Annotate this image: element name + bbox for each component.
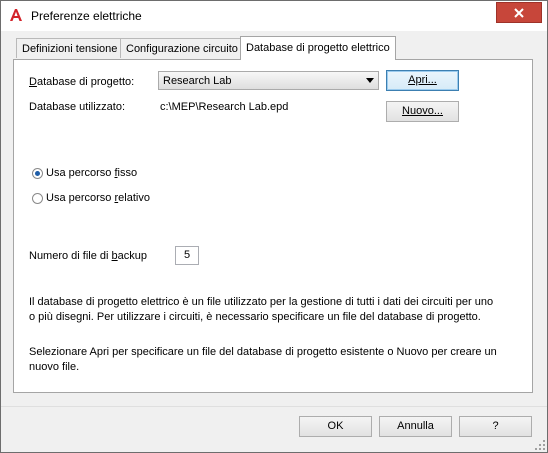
database-in-use-path: c:\MEP\Research Lab.epd — [160, 101, 289, 113]
database-in-use-label: Database utilizzato: — [29, 101, 125, 113]
chevron-down-icon — [366, 78, 374, 83]
new-button[interactable]: Nuovo... — [386, 101, 459, 122]
radio-fixed-path-label[interactable]: Usa percorso fisso — [46, 167, 137, 179]
autocad-a-icon — [10, 9, 22, 21]
tab-definizioni-tensione[interactable]: Definizioni tensione — [16, 38, 124, 58]
close-icon — [514, 7, 524, 18]
resize-grip-icon[interactable] — [535, 440, 545, 450]
description-paragraph-2: Selezionare Apri per specificare un file… — [29, 346, 497, 373]
radio-fixed-path[interactable] — [32, 168, 43, 179]
ok-button[interactable]: OK — [299, 416, 372, 437]
close-button[interactable] — [496, 2, 542, 23]
radio-relative-path[interactable] — [32, 193, 43, 204]
help-button[interactable]: ? — [459, 416, 532, 437]
database-select-value: Research Lab — [163, 75, 232, 87]
window-title: Preferenze elettriche — [31, 9, 142, 23]
title-bar[interactable]: Preferenze elettriche — [1, 1, 547, 31]
tab-configurazione-circuito[interactable]: Configurazione circuito — [120, 38, 244, 58]
footer-divider — [1, 406, 547, 407]
backup-count-input[interactable]: 5 — [175, 246, 199, 265]
database-label: Database di progetto: — [29, 76, 135, 88]
tab-database-progetto[interactable]: Database di progetto elettrico — [240, 36, 396, 60]
backup-count-label: Numero di file di backup — [29, 250, 148, 262]
open-button[interactable]: Apri... — [386, 70, 459, 91]
description-paragraph-1: Il database di progetto elettrico è un f… — [29, 296, 494, 323]
dialog-window: Preferenze elettriche Definizioni tensio… — [0, 0, 548, 453]
radio-relative-path-label[interactable]: Usa percorso relativo — [46, 192, 150, 204]
cancel-button[interactable]: Annulla — [379, 416, 452, 437]
database-select[interactable]: Research Lab — [158, 71, 379, 90]
